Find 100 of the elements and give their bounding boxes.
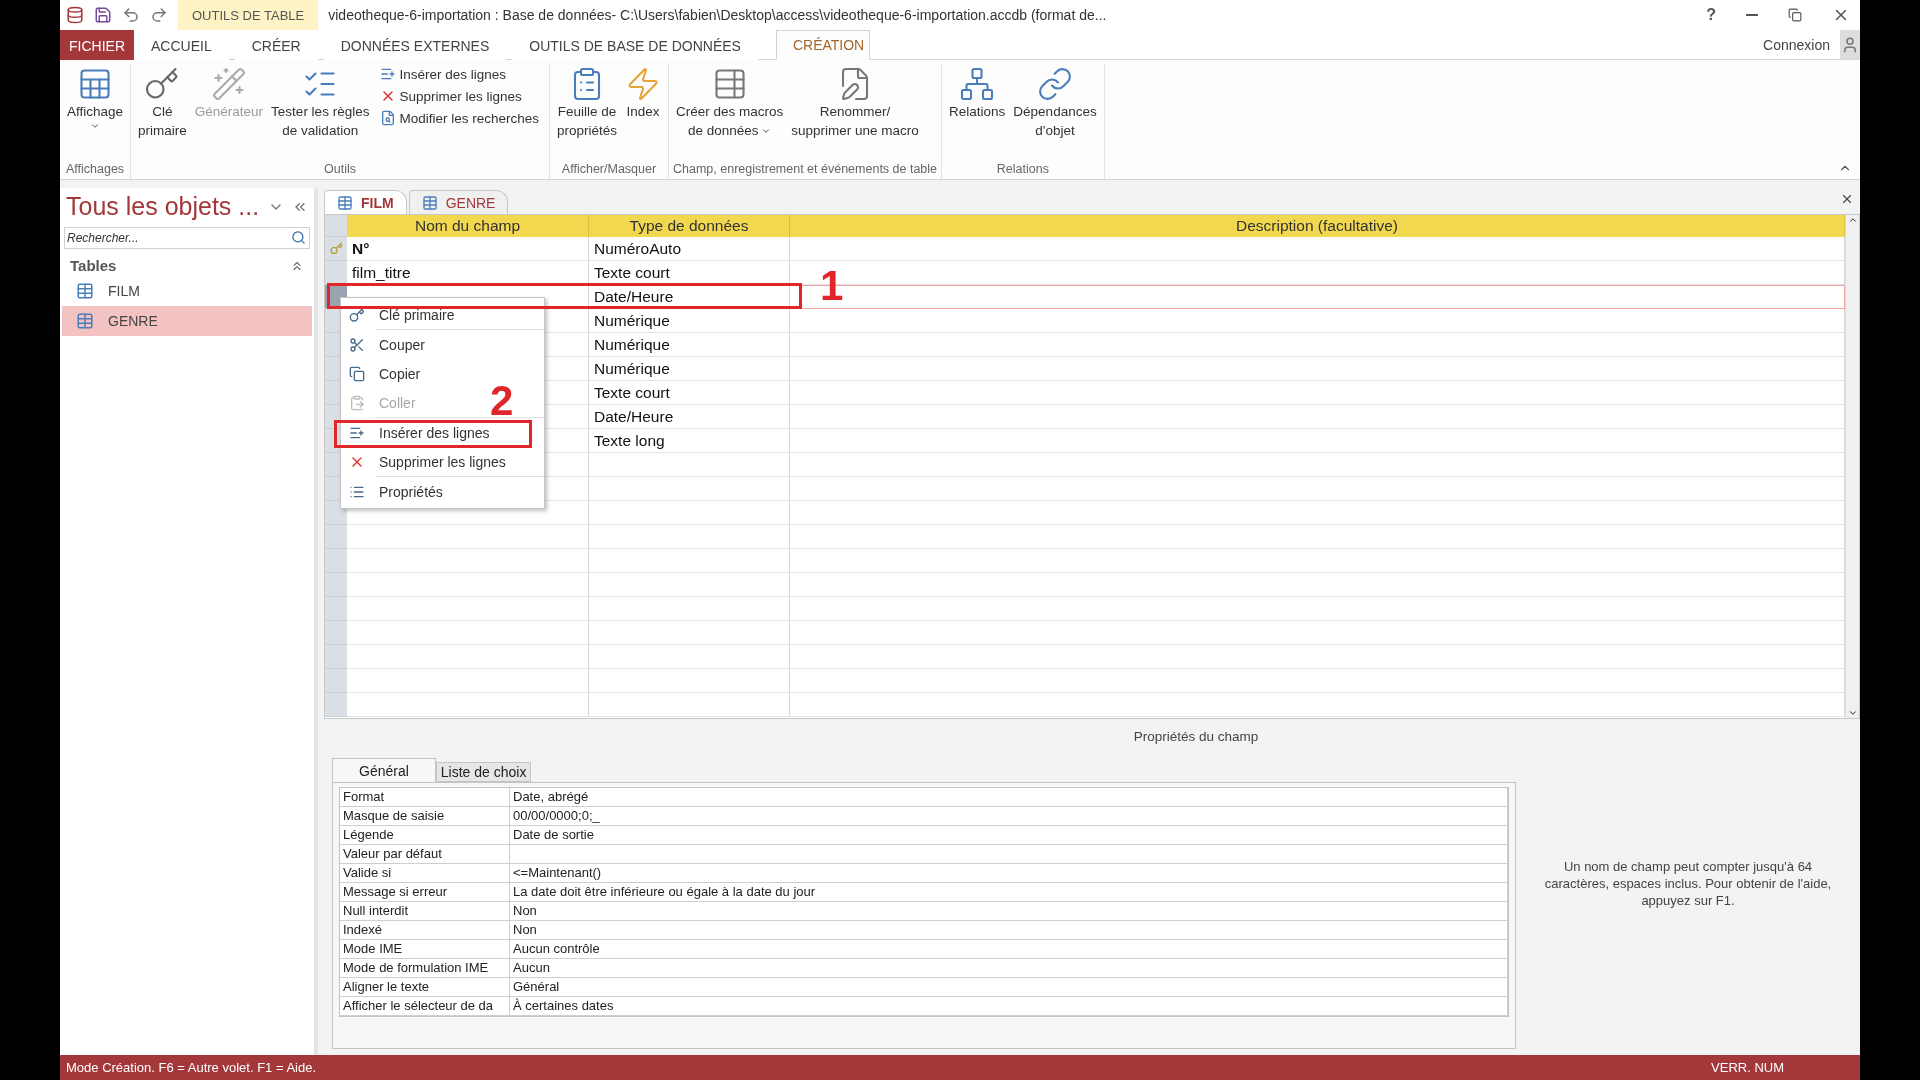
ribbon-button[interactable]: Tester les règles de validation bbox=[268, 64, 373, 162]
table-cell: Numérique bbox=[589, 357, 790, 381]
table-icon bbox=[76, 312, 94, 330]
property-tab[interactable]: Général bbox=[332, 758, 436, 782]
redo-icon[interactable] bbox=[150, 6, 168, 24]
sign-in-link[interactable]: Connexion bbox=[1763, 36, 1840, 53]
menu-item[interactable]: Propriétés bbox=[341, 477, 449, 506]
ribbon-button[interactable]: Renommer/ supprimer une macro bbox=[788, 64, 922, 162]
table-cell: Date/Heure bbox=[589, 405, 790, 429]
help-text: Un nom de champ peut compter jusqu'à 64 caractères, espaces inclus. Pour obtenir de l'aide, appuyez sur F1. bbox=[1543, 858, 1833, 909]
ribbon-group-label: Afficher/Masquer bbox=[560, 162, 658, 178]
property-label: Valide si bbox=[340, 864, 510, 883]
table-cell: film_titre bbox=[347, 261, 589, 285]
scissors-icon bbox=[349, 336, 365, 353]
ribbon-button[interactable]: Index bbox=[622, 64, 664, 162]
status-text: Mode Création. F6 = Autre volet. F1 = Aide. bbox=[66, 1060, 317, 1075]
property-label: Valeur par défaut bbox=[340, 845, 510, 864]
ribbon-tab[interactable]: CRÉATION bbox=[775, 30, 870, 60]
help-button[interactable]: ? bbox=[1696, 6, 1726, 24]
ribbon-button[interactable]: Relations bbox=[946, 64, 1009, 162]
ribbon-tab[interactable]: FICHIER bbox=[60, 30, 134, 60]
property-label: Afficher le sélecteur de da bbox=[340, 997, 510, 1016]
property-label: Mode de formulation IME bbox=[340, 959, 510, 978]
relations-icon bbox=[959, 66, 996, 102]
paste-icon bbox=[349, 394, 365, 411]
column-header: Description (facultative) bbox=[790, 215, 1845, 237]
column-header: Nom du champ bbox=[347, 215, 589, 237]
ribbon-button[interactable]: Feuille de propriétés bbox=[553, 64, 620, 162]
menu-item[interactable]: Clé primaire bbox=[341, 300, 461, 329]
property-value[interactable]: <=Maintenant() bbox=[510, 864, 1508, 883]
table-icon bbox=[421, 194, 438, 211]
table-cell: N° bbox=[347, 237, 589, 261]
ribbon-button[interactable]: Clé primaire bbox=[135, 64, 190, 162]
property-label: Légende bbox=[340, 826, 510, 845]
document-tab[interactable]: FILM bbox=[324, 190, 407, 214]
navigation-item[interactable]: GENRE bbox=[62, 306, 312, 336]
property-value[interactable]: Non bbox=[510, 902, 1508, 921]
search-icon[interactable] bbox=[291, 230, 306, 245]
ribbon-button[interactable]: Insérer des lignes bbox=[378, 64, 541, 84]
ribbon-group-label: Affichages bbox=[64, 162, 126, 178]
property-value[interactable]: Date de sortie bbox=[510, 826, 1508, 845]
property-value[interactable]: Aucun contrôle bbox=[510, 940, 1508, 959]
property-label: Format bbox=[340, 788, 510, 807]
copy-icon bbox=[349, 365, 365, 382]
ribbon-button[interactable]: Modifier les recherches bbox=[378, 108, 541, 128]
scrollbar[interactable] bbox=[1845, 215, 1859, 718]
ribbon-button[interactable]: Dépendances d'objet bbox=[1010, 64, 1100, 162]
navigation-item[interactable]: FILM bbox=[62, 276, 312, 306]
property-value[interactable]: À certaines dates bbox=[510, 997, 1508, 1016]
row-selector[interactable] bbox=[325, 237, 347, 261]
column-header: Type de données bbox=[589, 215, 790, 237]
scroll-down-icon[interactable] bbox=[1847, 708, 1858, 718]
window-title: videotheque-6-importation : Base de données- C:\Users\fabien\Desktop\access\videotheque-6-importation.accdb (format de... bbox=[328, 7, 1108, 23]
property-label: Masque de saisie bbox=[340, 807, 510, 826]
document-tab[interactable]: GENRE bbox=[408, 190, 509, 214]
table-cell: Texte court bbox=[589, 381, 790, 405]
row-selector[interactable] bbox=[325, 261, 347, 285]
group-header[interactable]: Tables bbox=[70, 257, 117, 274]
property-value[interactable]: Date, abrégé bbox=[510, 788, 1508, 807]
lightning-icon bbox=[625, 66, 661, 102]
property-value[interactable]: Aucun bbox=[510, 959, 1508, 978]
navigation-pane-title[interactable]: Tous les objets ... bbox=[66, 192, 260, 221]
key-icon bbox=[349, 306, 365, 323]
property-label: Message si erreur bbox=[340, 883, 510, 902]
save-icon[interactable] bbox=[94, 6, 112, 24]
insert-rows-icon bbox=[380, 66, 397, 82]
property-tab[interactable]: Liste de choix bbox=[435, 762, 532, 782]
search-field[interactable]: Rechercher... bbox=[64, 227, 310, 249]
menu-item[interactable]: Copier bbox=[341, 359, 427, 388]
property-value[interactable]: 00/00/0000;0;_ bbox=[510, 807, 1508, 826]
ribbon-group-label: Outils bbox=[323, 162, 357, 178]
section-title: Propriétés du champ bbox=[1133, 729, 1259, 744]
property-label: Aligner le texte bbox=[340, 978, 510, 997]
property-value[interactable]: Non bbox=[510, 921, 1508, 940]
menu-item[interactable]: Couper bbox=[341, 330, 431, 359]
contextual-tab-label: OUTILS DE TABLE bbox=[178, 0, 319, 30]
table-icon bbox=[337, 194, 353, 211]
property-value[interactable]: La date doit être inférieure ou égale à la date du jour bbox=[510, 883, 1508, 902]
ribbon-group-label: Champ, enregistrement et événements de table bbox=[673, 162, 938, 178]
status-indicator: VERR. NUM bbox=[1711, 1060, 1784, 1075]
property-label: Mode IME bbox=[340, 940, 510, 959]
ribbon-button[interactable]: Affichage bbox=[64, 64, 127, 162]
undo-icon[interactable] bbox=[122, 6, 140, 24]
property-value[interactable] bbox=[510, 845, 1508, 864]
property-label: Null interdit bbox=[340, 902, 510, 921]
table-cell: NuméroAuto bbox=[589, 237, 790, 261]
wand-icon bbox=[210, 66, 247, 102]
ribbon-group-label: Relations bbox=[995, 162, 1050, 178]
search-document-icon bbox=[380, 110, 397, 126]
ribbon-button[interactable]: Supprimer les lignes bbox=[378, 86, 541, 106]
table-cell: Texte long bbox=[589, 429, 790, 453]
property-label: Indexé bbox=[340, 921, 510, 940]
menu-item[interactable]: Supprimer les lignes bbox=[341, 447, 512, 476]
close-icon[interactable] bbox=[1840, 192, 1854, 206]
ribbon-button[interactable]: Créer des macros de données bbox=[673, 64, 787, 162]
scroll-up-icon[interactable] bbox=[1847, 215, 1858, 225]
user-icon bbox=[1841, 35, 1859, 54]
property-value[interactable]: Général bbox=[510, 978, 1508, 997]
table-cell: Numérique bbox=[589, 333, 790, 357]
table-icon bbox=[76, 282, 94, 300]
